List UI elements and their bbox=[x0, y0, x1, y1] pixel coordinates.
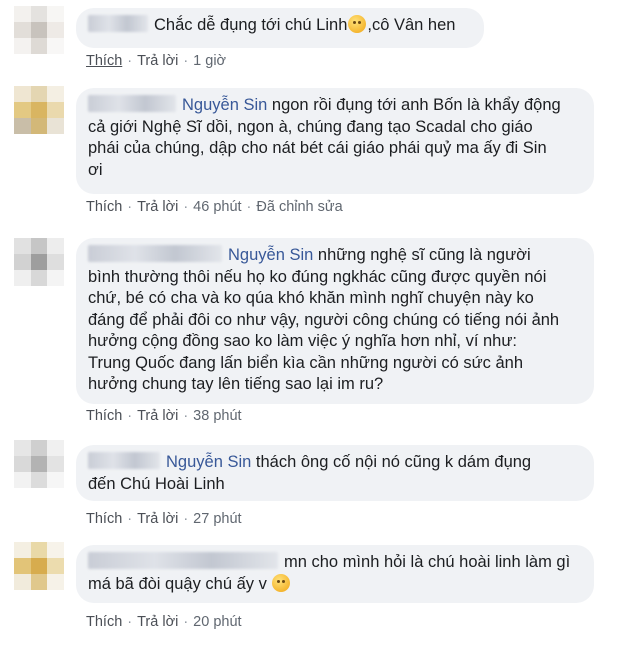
worried-face-icon bbox=[272, 573, 291, 592]
comment-actions: Thích · Trả lời · 38 phút bbox=[86, 408, 242, 424]
comment-actions: Thích · Trả lời · 20 phút bbox=[86, 614, 242, 630]
comment-text: hưởng chung tay lên tiếng sao lại im ru? bbox=[88, 375, 384, 393]
reply-link[interactable]: Trả lời bbox=[137, 408, 178, 424]
blurred-username bbox=[88, 95, 176, 112]
reply-link[interactable]: Trả lời bbox=[137, 53, 178, 69]
timestamp[interactable]: 1 giờ bbox=[193, 53, 226, 69]
comment-text: cả giới Nghệ Sĩ dồi, ngon à, chúng đang … bbox=[88, 117, 533, 136]
like-link[interactable]: Thích bbox=[86, 511, 122, 527]
blurred-username bbox=[88, 245, 222, 262]
blurred-username bbox=[88, 552, 278, 569]
avatar[interactable] bbox=[14, 86, 64, 134]
blurred-username bbox=[88, 15, 148, 32]
like-link[interactable]: Thích bbox=[86, 408, 122, 424]
reply-link[interactable]: Trả lời bbox=[137, 511, 178, 527]
comment-text: đáng để phải đôi co như vậy, người công … bbox=[88, 310, 560, 329]
comment-text: ơi bbox=[88, 160, 103, 179]
like-link[interactable]: Thích bbox=[86, 614, 122, 630]
comment-text: ,cô Vân hen bbox=[367, 16, 456, 34]
like-link[interactable]: Thích bbox=[86, 199, 122, 215]
comment-text: phái của chúng, dập cho nát bét cái giáo… bbox=[88, 139, 547, 157]
timestamp[interactable]: 20 phút bbox=[193, 614, 241, 630]
blurred-username bbox=[88, 452, 160, 469]
reply-link[interactable]: Trả lời bbox=[137, 614, 178, 630]
avatar[interactable] bbox=[14, 542, 64, 590]
comment-text: đến Chú Hoài Linh bbox=[88, 474, 225, 493]
commenter-name-link[interactable]: Nguyễn Sin bbox=[228, 246, 313, 264]
comment-text: Chắc dễ đụng tới chú Linh bbox=[154, 16, 348, 34]
comment-bubble: Nguyễn Sin thách ông cố nội nó cũng k dá… bbox=[76, 445, 594, 501]
avatar[interactable] bbox=[14, 238, 64, 286]
comment-actions: Thích · Trả lời · 27 phút bbox=[86, 511, 242, 527]
comment-text: hưởng cộng đồng sao ko làm việc ý nghĩa … bbox=[88, 332, 517, 350]
commenter-name-link[interactable]: Nguyễn Sin bbox=[166, 453, 251, 471]
timestamp[interactable]: 38 phút bbox=[193, 408, 241, 424]
comment-text: chứ, bé có cha và ko qúa khó khăn mình n… bbox=[88, 289, 534, 307]
like-link[interactable]: Thích bbox=[86, 53, 122, 69]
avatar[interactable] bbox=[14, 440, 64, 488]
commenter-name-link[interactable]: Nguyễn Sin bbox=[182, 96, 267, 114]
comment-text: bình thường thôi nếu họ ko đúng ngkhác c… bbox=[88, 267, 547, 286]
comment-text: ngon rồi đụng tới anh Bốn là khẩy động bbox=[271, 96, 561, 114]
comment-text: những nghệ sĩ cũng là người bbox=[317, 246, 531, 264]
thinking-face-icon bbox=[348, 15, 367, 33]
comment-bubble: Nguyễn Sin những nghệ sĩ cũng là người b… bbox=[76, 238, 594, 404]
avatar[interactable] bbox=[14, 6, 64, 54]
comment-text: thách ông cố nội nó cũng k dám đụng bbox=[255, 453, 532, 471]
reply-link[interactable]: Trả lời bbox=[137, 199, 178, 215]
comment-bubble: Nguyễn Sin ngon rồi đụng tới anh Bốn là … bbox=[76, 88, 594, 194]
comment-text: Trung Quốc đang lấn biển kìa cần những n… bbox=[88, 353, 524, 372]
timestamp[interactable]: 27 phút bbox=[193, 511, 241, 527]
comment-bubble: mn cho mình hỏi là chú hoài linh làm gì … bbox=[76, 545, 594, 603]
edited-label[interactable]: Đã chỉnh sửa bbox=[256, 199, 342, 215]
comment-bubble: Chắc dễ đụng tới chú Linh ,cô Vân hen bbox=[76, 8, 484, 48]
comment-actions: Thích · Trả lời · 1 giờ bbox=[86, 53, 227, 69]
comment-text: má bã đòi quậy chú ấy v bbox=[88, 574, 267, 593]
comment-actions: Thích · Trả lời · 46 phút · Đã chỉnh sửa bbox=[86, 199, 343, 215]
timestamp[interactable]: 46 phút bbox=[193, 199, 241, 215]
comment-text: mn cho mình hỏi là chú hoài linh làm gì bbox=[284, 553, 571, 571]
